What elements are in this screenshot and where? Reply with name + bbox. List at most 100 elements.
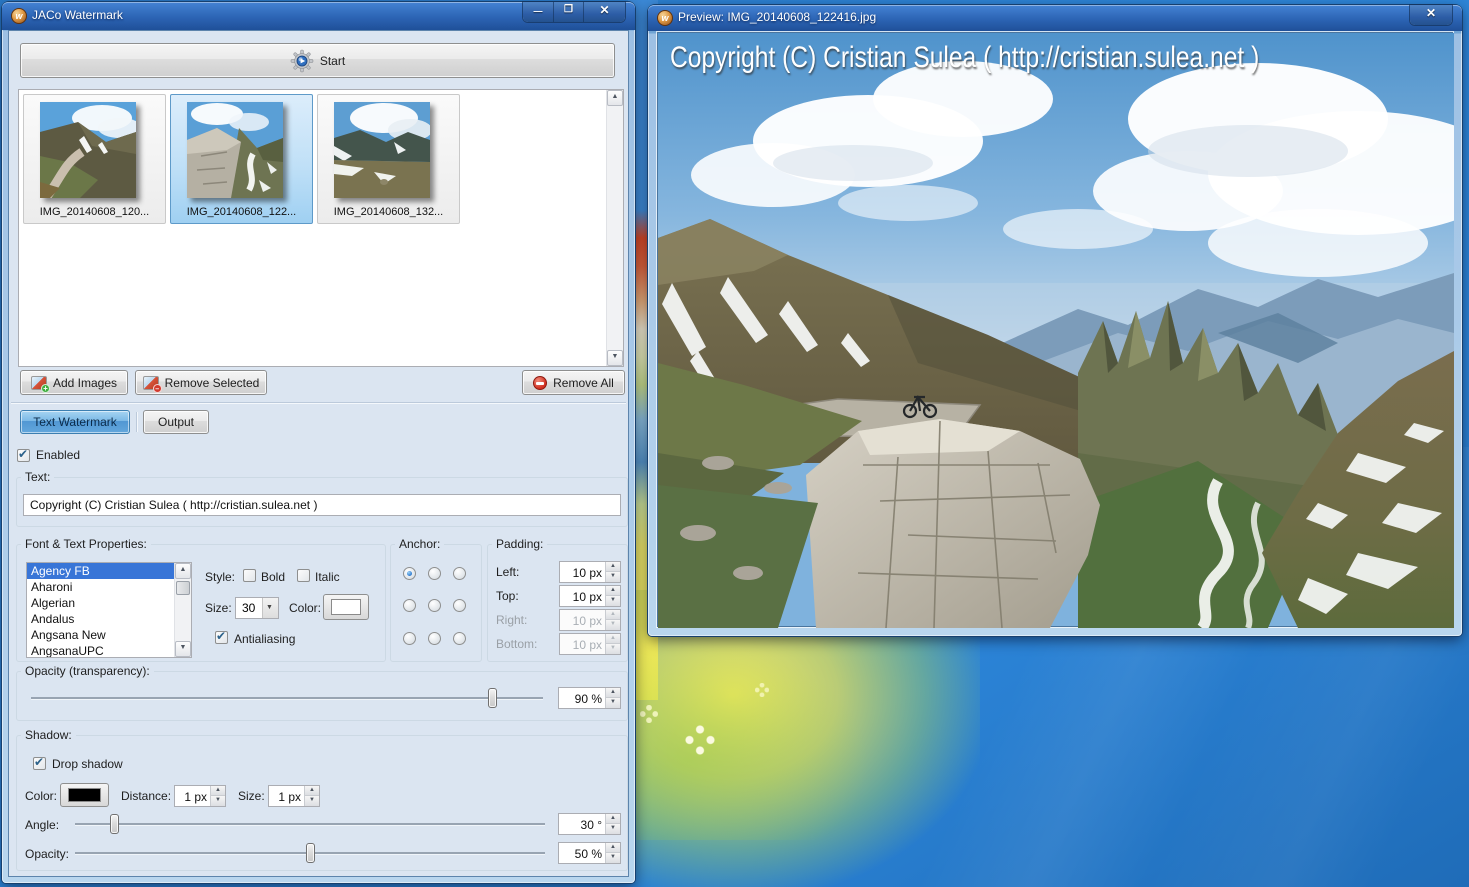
watermark-text-input[interactable]	[23, 494, 621, 516]
scroll-up-icon[interactable]	[175, 563, 191, 579]
style-label: Style:	[205, 570, 236, 584]
shadow-opacity-value: 50 %	[574, 847, 602, 861]
font-item[interactable]: Aharoni	[27, 579, 191, 595]
size-value: 30	[242, 601, 256, 615]
distance-spinner[interactable]: 1 px	[174, 785, 226, 807]
anchor-radio-bottom-center[interactable]	[428, 632, 441, 645]
scroll-down-icon[interactable]	[607, 350, 623, 366]
spinner-up-icon[interactable]	[211, 786, 225, 796]
spinner-up-icon[interactable]	[606, 586, 620, 596]
remove-selected-button[interactable]: Remove Selected	[135, 370, 267, 395]
padding-left-spinner[interactable]: 10 px	[559, 561, 621, 583]
opacity-spinner[interactable]: 90 %	[558, 687, 621, 709]
font-list[interactable]: Agency FB Aharoni Algerian Andalus Angsa…	[26, 562, 192, 658]
font-item[interactable]: Andalus	[27, 611, 191, 627]
minimize-button[interactable]	[523, 2, 553, 22]
anchor-radio-middle-right[interactable]	[453, 599, 466, 612]
spinner-up-icon[interactable]	[606, 814, 620, 824]
remove-all-button[interactable]: Remove All	[522, 370, 625, 395]
spinner-down-icon[interactable]	[606, 572, 620, 582]
start-button[interactable]: Start	[20, 43, 615, 78]
font-item-selected[interactable]: Agency FB	[27, 563, 191, 579]
scroll-down-icon[interactable]	[175, 641, 191, 657]
font-color-button[interactable]	[323, 594, 369, 620]
shadow-color-swatch	[68, 788, 101, 802]
padding-left-label: Left:	[496, 565, 520, 579]
font-list-scrollbar[interactable]	[174, 563, 191, 657]
drop-shadow-checkbox[interactable]	[33, 755, 46, 770]
padding-right-label: Right:	[496, 613, 528, 627]
close-button[interactable]	[583, 2, 625, 22]
anchor-radio-middle-center[interactable]	[428, 599, 441, 612]
angle-value: 30 °	[580, 818, 602, 832]
padding-right-spinner: 10 px	[559, 609, 621, 631]
window-controls	[523, 2, 625, 22]
spinner-up-icon[interactable]	[606, 562, 620, 572]
tab-output[interactable]: Output	[143, 410, 209, 434]
shadow-opacity-slider[interactable]	[75, 843, 545, 863]
spinner-up-icon[interactable]	[606, 843, 620, 853]
opacity-slider[interactable]	[31, 688, 543, 708]
image-thumbnail[interactable]: IMG_20140608_120...	[23, 94, 166, 224]
enabled-checkbox[interactable]	[17, 447, 30, 462]
remove-all-label: Remove All	[553, 375, 614, 390]
spinner-down-icon[interactable]	[606, 596, 620, 606]
anchor-radio-top-left[interactable]	[403, 567, 416, 580]
wallpaper-sparkle-icon	[640, 705, 658, 723]
chevron-down-icon	[262, 598, 278, 618]
thumbnail-filename: IMG_20140608_122...	[186, 206, 297, 218]
anchor-radio-bottom-left[interactable]	[403, 632, 416, 645]
bold-checkbox[interactable]	[243, 569, 256, 582]
shadow-size-spinner[interactable]: 1 px	[268, 785, 320, 807]
spinner-down-icon	[606, 644, 620, 654]
shadow-opacity-spinner[interactable]: 50 %	[558, 842, 621, 864]
font-item[interactable]: AngsanaUPC	[27, 643, 191, 657]
shadow-color-button[interactable]	[60, 783, 109, 807]
add-images-label: Add Images	[52, 375, 118, 390]
mountain-photo	[658, 33, 1454, 628]
angle-spinner[interactable]: 30 °	[558, 813, 621, 835]
font-item[interactable]: Algerian	[27, 595, 191, 611]
maximize-button[interactable]	[553, 2, 583, 22]
wallpaper-sparkle-icon	[755, 683, 769, 697]
spinner-down-icon[interactable]	[606, 853, 620, 863]
slider-thumb[interactable]	[110, 814, 119, 834]
anchor-radio-middle-left[interactable]	[403, 599, 416, 612]
start-button-label: Start	[319, 53, 346, 68]
spinner-up-icon	[606, 634, 620, 644]
preview-titlebar[interactable]: Preview: IMG_20140608_122416.jpg	[648, 5, 1462, 31]
antialiasing-checkbox[interactable]	[215, 629, 228, 644]
padding-group-label: Padding:	[492, 537, 548, 551]
slider-thumb[interactable]	[306, 843, 315, 863]
scroll-up-icon[interactable]	[607, 90, 623, 106]
drop-shadow-label: Drop shadow	[52, 757, 123, 771]
close-button[interactable]	[1410, 5, 1452, 25]
anchor-radio-top-right[interactable]	[453, 567, 466, 580]
shadow-group-label: Shadow:	[21, 728, 76, 742]
tab-text-watermark[interactable]: Text Watermark	[20, 410, 130, 434]
anchor-radio-top-center[interactable]	[428, 567, 441, 580]
app-icon	[11, 8, 27, 24]
angle-slider[interactable]	[75, 814, 545, 834]
spinner-up-icon[interactable]	[305, 786, 319, 796]
italic-checkbox[interactable]	[297, 569, 310, 582]
image-thumbnail[interactable]: IMG_20140608_132...	[317, 94, 460, 224]
add-images-button[interactable]: Add Images	[20, 370, 128, 395]
spinner-down-icon[interactable]	[606, 824, 620, 834]
shadow-group: Shadow: Drop shadow Color: Distance: 1 p…	[16, 728, 628, 871]
image-list[interactable]: IMG_20140608_120... IMG_20140608_122... …	[18, 89, 624, 367]
remove-selected-label: Remove Selected	[164, 375, 260, 390]
size-dropdown[interactable]: 30	[235, 597, 279, 619]
padding-top-spinner[interactable]: 10 px	[559, 585, 621, 607]
font-item[interactable]: Angsana New	[27, 627, 191, 643]
slider-thumb[interactable]	[488, 688, 497, 708]
scrollbar-thumb[interactable]	[176, 581, 190, 595]
spinner-down-icon[interactable]	[606, 698, 620, 708]
image-list-scrollbar[interactable]	[606, 90, 623, 366]
spinner-down-icon[interactable]	[305, 796, 319, 806]
thumbnail-photo	[40, 102, 136, 198]
image-thumbnail-selected[interactable]: IMG_20140608_122...	[170, 94, 313, 224]
spinner-down-icon[interactable]	[211, 796, 225, 806]
anchor-radio-bottom-right[interactable]	[453, 632, 466, 645]
spinner-up-icon[interactable]	[606, 688, 620, 698]
